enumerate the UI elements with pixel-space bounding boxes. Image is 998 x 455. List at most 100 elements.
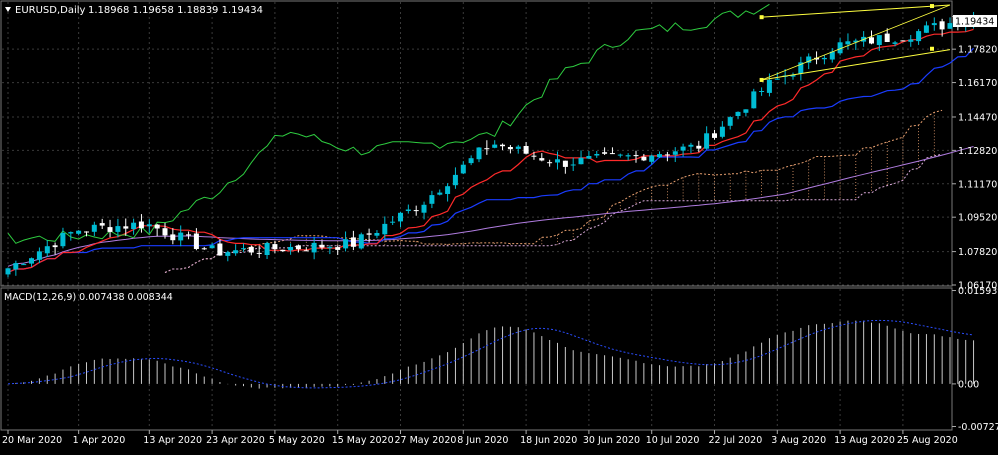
candle-body[interactable] <box>123 226 129 229</box>
candle-body[interactable] <box>664 154 670 156</box>
candle-body[interactable] <box>146 224 152 227</box>
candle-body[interactable] <box>696 145 702 149</box>
candle-body[interactable] <box>288 247 294 251</box>
candle-body[interactable] <box>562 160 568 167</box>
candle-body[interactable] <box>84 231 89 233</box>
candle-body[interactable] <box>759 91 765 92</box>
candle-body[interactable] <box>602 152 608 154</box>
candle-body[interactable] <box>468 158 474 164</box>
candle-body[interactable] <box>303 250 309 252</box>
candle-body[interactable] <box>295 245 301 250</box>
candle-body[interactable] <box>766 79 772 93</box>
candle-body[interactable] <box>178 232 184 241</box>
candle-body[interactable] <box>657 154 662 158</box>
candle-body[interactable] <box>398 212 403 222</box>
candle-body[interactable] <box>390 221 396 223</box>
candle-body[interactable] <box>633 155 639 157</box>
candle-body[interactable] <box>672 151 678 155</box>
candle-body[interactable] <box>476 147 482 160</box>
candle-body[interactable] <box>900 40 906 42</box>
candle-body[interactable] <box>939 21 945 30</box>
candle-body[interactable] <box>923 25 929 33</box>
candle-body[interactable] <box>186 234 191 236</box>
chart-canvas[interactable]: EURUSD,Daily 1.18968 1.19658 1.18839 1.1… <box>0 0 998 451</box>
chart-root[interactable]: EURUSD,Daily 1.18968 1.19658 1.18839 1.1… <box>0 0 998 451</box>
candle-body[interactable] <box>460 164 466 174</box>
candle-body[interactable] <box>586 156 592 159</box>
candle-body[interactable] <box>99 223 105 226</box>
candle-body[interactable] <box>76 230 82 234</box>
candle-body[interactable] <box>60 233 66 247</box>
candle-body[interactable] <box>193 233 199 250</box>
candle-body[interactable] <box>280 249 286 252</box>
candle-body[interactable] <box>500 144 505 147</box>
candle-body[interactable] <box>727 117 733 126</box>
candle-body[interactable] <box>625 155 631 157</box>
candle-body[interactable] <box>452 174 458 186</box>
candle-body[interactable] <box>547 162 553 164</box>
candle-body[interactable] <box>225 252 231 256</box>
candle-body[interactable] <box>680 146 686 151</box>
candle-body[interactable] <box>319 244 325 248</box>
candle-body[interactable] <box>437 192 443 195</box>
candle-body[interactable] <box>256 252 262 254</box>
candle-body[interactable] <box>531 155 537 157</box>
candle-body[interactable] <box>774 78 780 80</box>
candle-body[interactable] <box>492 144 498 148</box>
candle-body[interactable] <box>327 247 333 249</box>
candle-body[interactable] <box>735 111 741 116</box>
candle-body[interactable] <box>44 246 50 254</box>
candle-body[interactable] <box>821 57 827 60</box>
candle-body[interactable] <box>523 146 529 154</box>
candle-body[interactable] <box>366 233 372 235</box>
candle-body[interactable] <box>445 186 451 194</box>
candle-body[interactable] <box>869 37 874 44</box>
candle-body[interactable] <box>272 244 278 250</box>
candle-body[interactable] <box>617 154 623 156</box>
candle-body[interactable] <box>91 224 97 232</box>
candle-body[interactable] <box>162 228 168 236</box>
candle-body[interactable] <box>350 237 356 247</box>
candle-body[interactable] <box>578 157 584 165</box>
candle-body[interactable] <box>908 39 914 42</box>
candle-body[interactable] <box>311 242 317 253</box>
candle-body[interactable] <box>931 23 937 26</box>
candle-body[interactable] <box>131 222 137 229</box>
candle-body[interactable] <box>947 23 953 29</box>
candle-body[interactable] <box>154 224 160 229</box>
candle-body[interactable] <box>845 41 851 45</box>
candle-body[interactable] <box>704 133 710 149</box>
candle-body[interactable] <box>52 245 58 248</box>
candle-body[interactable] <box>115 226 121 232</box>
candle-body[interactable] <box>382 223 388 235</box>
candle-body[interactable] <box>107 227 113 232</box>
candle-body[interactable] <box>13 263 19 270</box>
candle-body[interactable] <box>884 33 890 42</box>
candle-body[interactable] <box>609 153 615 155</box>
candle-body[interactable] <box>248 246 254 253</box>
candle-body[interactable] <box>68 232 74 234</box>
candle-body[interactable] <box>539 158 545 161</box>
candle-body[interactable] <box>555 159 560 163</box>
candle-body[interactable] <box>719 126 725 137</box>
candle-body[interactable] <box>5 268 11 275</box>
candle-body[interactable] <box>343 239 349 249</box>
candle-body[interactable] <box>751 91 757 109</box>
candle-body[interactable] <box>413 210 419 212</box>
candle-body[interactable] <box>217 243 223 256</box>
candle-body[interactable] <box>484 148 490 150</box>
candle-body[interactable] <box>641 156 647 161</box>
candle-body[interactable] <box>209 245 215 249</box>
candle-body[interactable] <box>688 144 694 147</box>
candle-body[interactable] <box>241 248 246 250</box>
candle-body[interactable] <box>36 251 42 260</box>
candle-body[interactable] <box>429 195 435 204</box>
candle-body[interactable] <box>649 155 655 162</box>
candle-body[interactable] <box>138 221 144 229</box>
candle-body[interactable] <box>570 164 576 166</box>
candle-body[interactable] <box>876 35 882 45</box>
candle-body[interactable] <box>374 233 380 236</box>
candle-body[interactable] <box>201 248 207 250</box>
candle-body[interactable] <box>712 133 717 138</box>
candle-body[interactable] <box>507 147 513 150</box>
